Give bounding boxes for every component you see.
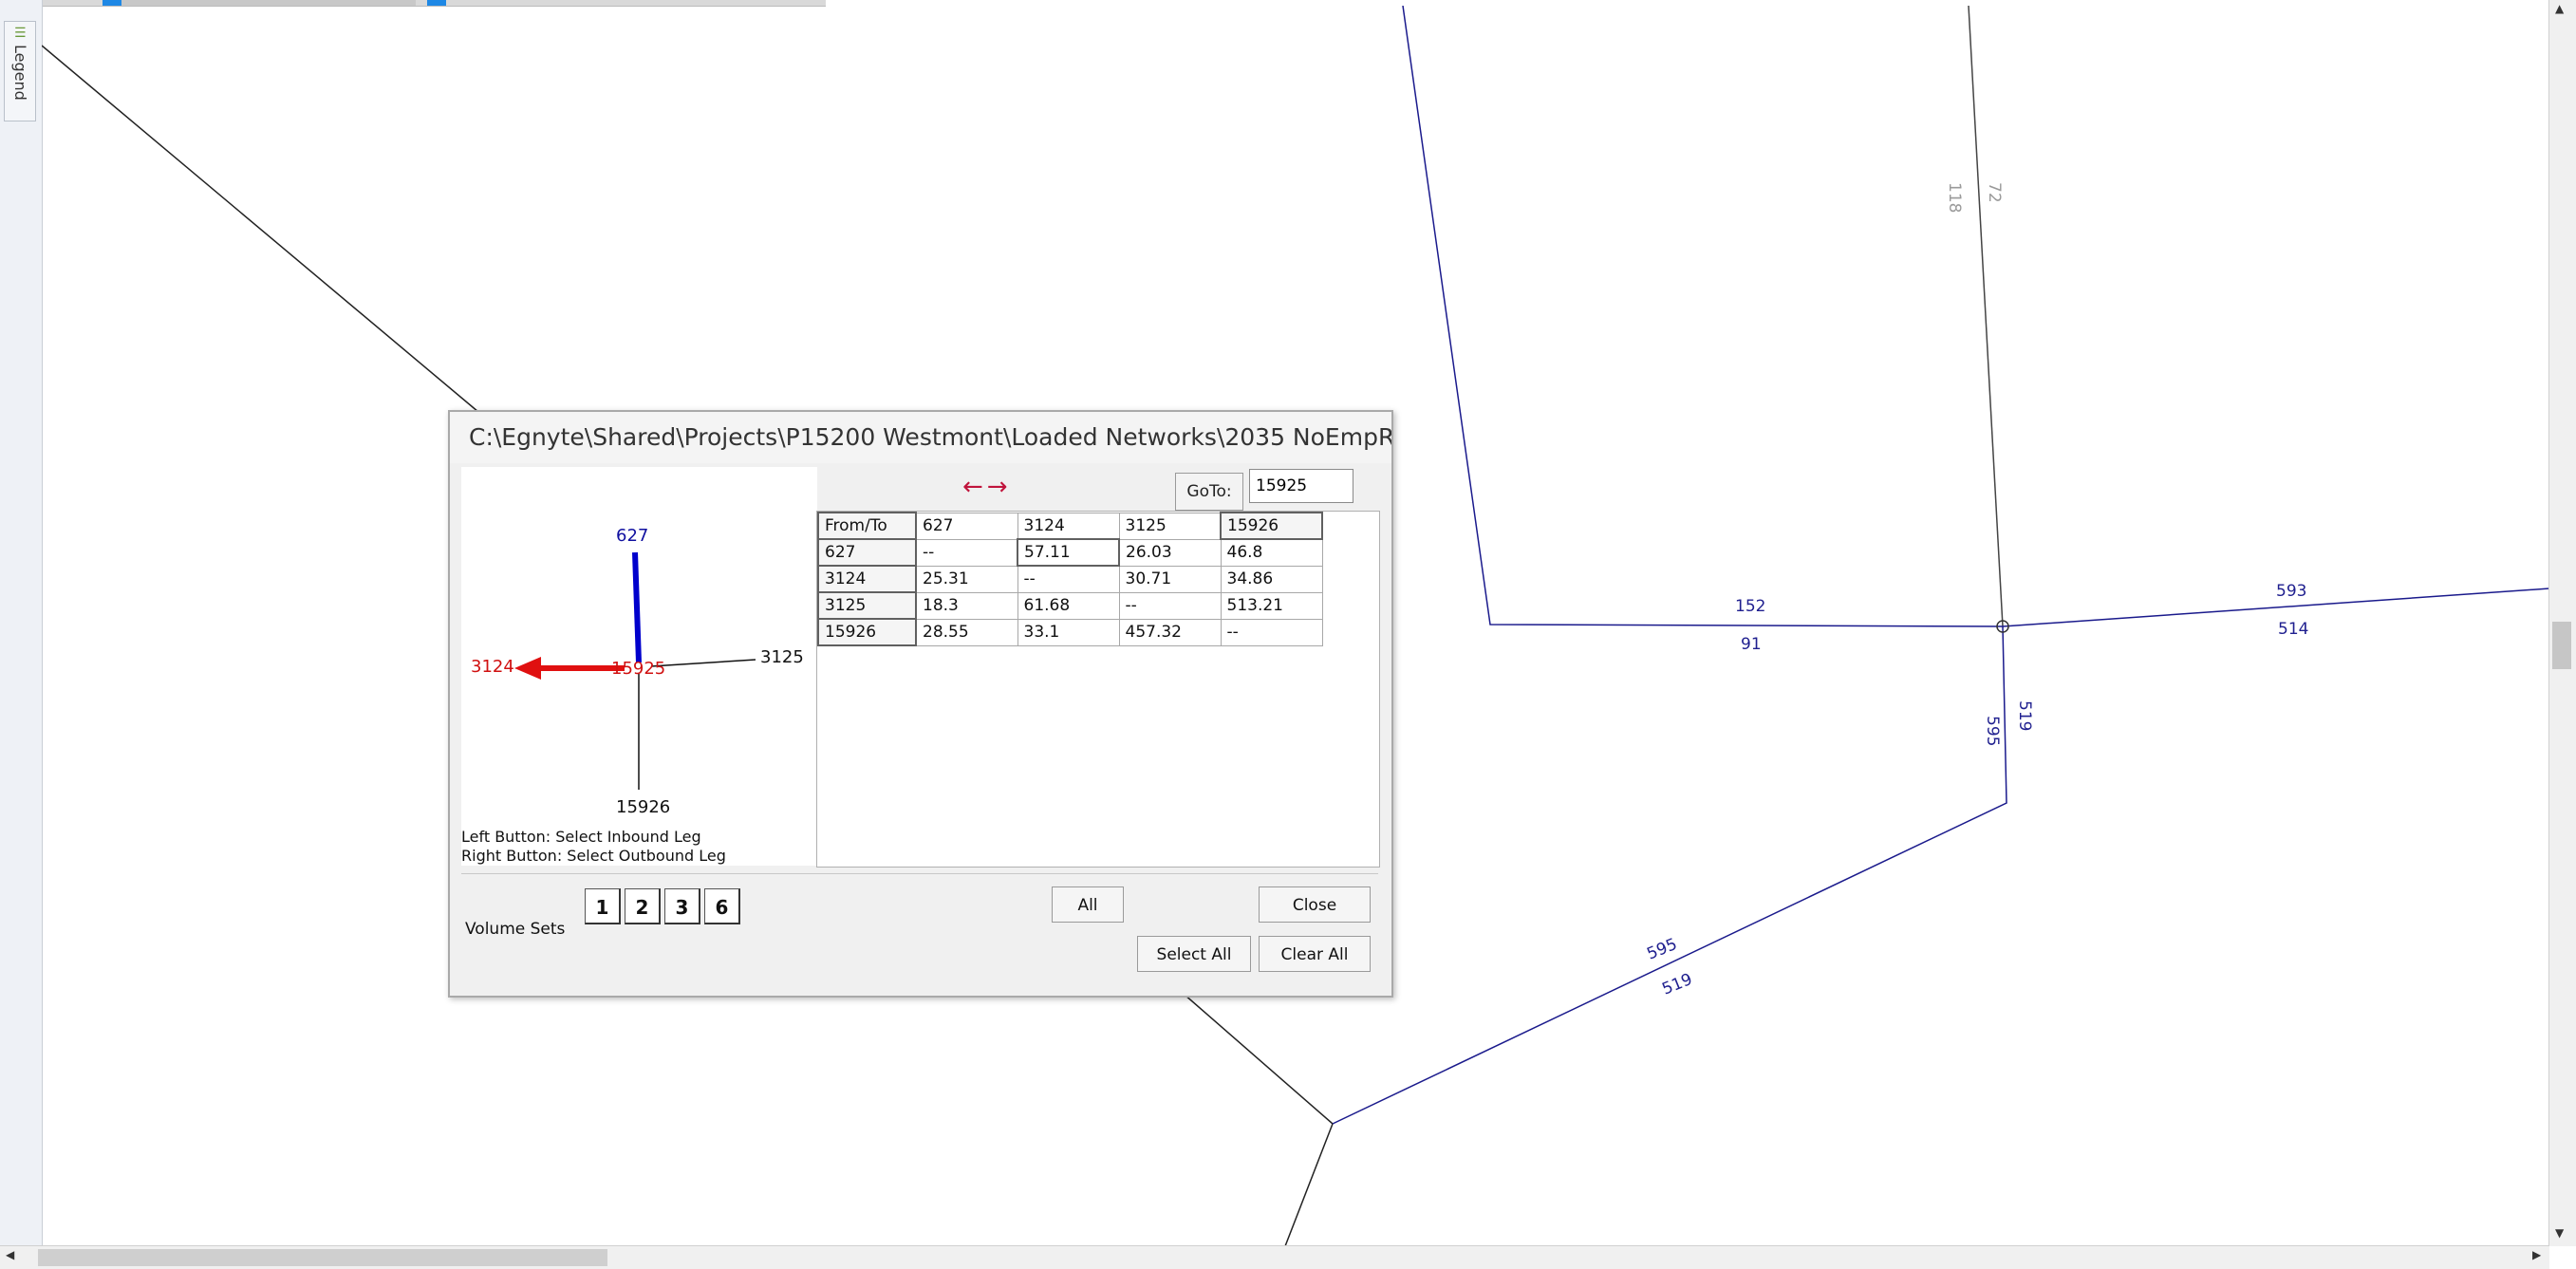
row-header-cell: 15926 bbox=[817, 618, 917, 646]
link[interactable] bbox=[1284, 1123, 1334, 1246]
link-label: 118 bbox=[1945, 182, 1964, 213]
intersection-diagram[interactable]: 627 3124 15925 3125 15926 Left Button: S… bbox=[461, 467, 817, 866]
node-label-center: 15925 bbox=[611, 659, 666, 679]
link-label: 595 bbox=[1983, 716, 2002, 746]
link-label: 72 bbox=[1985, 182, 2004, 203]
table-header-row: From/To 627 3124 3125 15926 bbox=[817, 512, 1323, 540]
table-header-cell: From/To bbox=[817, 512, 917, 540]
volume-set-button-6[interactable]: 6 bbox=[704, 888, 740, 924]
leg-label-south: 15926 bbox=[616, 797, 671, 817]
scroll-thumb[interactable] bbox=[38, 1249, 607, 1266]
instruction-left: Left Button: Select Inbound Leg bbox=[461, 828, 701, 846]
turning-movement-dialog[interactable]: C:\Egnyte\Shared\Projects\P15200 Westmon… bbox=[448, 410, 1393, 998]
link-label: 514 bbox=[2278, 620, 2308, 639]
od-table-pane[interactable]: From/To 627 3124 3125 15926 627 -- 57.11… bbox=[816, 511, 1380, 868]
row-header-cell: 3124 bbox=[817, 565, 917, 593]
dialog-title[interactable]: C:\Egnyte\Shared\Projects\P15200 Westmon… bbox=[450, 412, 1391, 463]
table-row[interactable]: 3125 18.3 61.68 -- 513.21 bbox=[817, 591, 1323, 620]
outbound-arrow-icon bbox=[514, 657, 541, 680]
link-label: 595 bbox=[1644, 935, 1680, 964]
scroll-up-icon[interactable]: ▲ bbox=[2555, 2, 2564, 15]
scroll-left-icon[interactable]: ◀ bbox=[6, 1248, 14, 1261]
table-cell[interactable]: 46.8 bbox=[1220, 538, 1323, 567]
vertical-scrollbar[interactable]: ▲ ▼ bbox=[2548, 0, 2576, 1246]
leg-label-east: 3125 bbox=[760, 647, 804, 667]
link[interactable] bbox=[42, 45, 479, 413]
link-label: 519 bbox=[2015, 700, 2034, 731]
row-header-cell: 627 bbox=[817, 538, 917, 567]
goto-button[interactable]: GoTo: bbox=[1175, 473, 1243, 511]
scroll-right-icon[interactable]: ▶ bbox=[2532, 1248, 2541, 1261]
instruction-right: Right Button: Select Outbound Leg bbox=[461, 847, 726, 865]
horizontal-scrollbar[interactable]: ◀ ▶ bbox=[0, 1245, 2549, 1269]
scroll-down-icon[interactable]: ▼ bbox=[2555, 1226, 2564, 1240]
leg-east[interactable] bbox=[650, 659, 756, 667]
link-label: 593 bbox=[2276, 582, 2306, 601]
row-header-cell: 3125 bbox=[817, 591, 917, 620]
leg-label-north: 627 bbox=[616, 526, 649, 546]
table-cell[interactable]: 26.03 bbox=[1118, 538, 1222, 567]
table-row[interactable]: 3124 25.31 -- 30.71 34.86 bbox=[817, 565, 1323, 593]
link-label: 91 bbox=[1741, 635, 1762, 654]
table-cell[interactable]: 33.1 bbox=[1017, 618, 1120, 646]
table-cell[interactable]: 18.3 bbox=[915, 591, 1018, 620]
table-cell[interactable]: 25.31 bbox=[915, 565, 1018, 593]
table-cell[interactable]: 457.32 bbox=[1118, 618, 1222, 646]
table-header-cell: 15926 bbox=[1220, 512, 1323, 540]
leg-north[interactable] bbox=[632, 551, 642, 663]
table-cell[interactable]: 57.11 bbox=[1017, 538, 1120, 567]
link-label: 152 bbox=[1735, 597, 1765, 616]
volume-set-button-1[interactable]: 1 bbox=[585, 888, 621, 924]
volume-set-button-3[interactable]: 3 bbox=[664, 888, 700, 924]
table-cell[interactable]: -- bbox=[1220, 618, 1323, 646]
divider bbox=[461, 873, 1378, 874]
table-cell[interactable]: -- bbox=[1118, 591, 1222, 620]
legend-icon: ☰ bbox=[14, 26, 27, 41]
link[interactable] bbox=[1402, 6, 2549, 627]
od-table: From/To 627 3124 3125 15926 627 -- 57.11… bbox=[817, 512, 1323, 646]
table-cell[interactable]: 34.86 bbox=[1220, 565, 1323, 593]
leg-label-west: 3124 bbox=[471, 657, 514, 677]
table-header-cell: 627 bbox=[915, 512, 1018, 540]
table-header-cell: 3124 bbox=[1017, 512, 1120, 540]
table-cell[interactable]: 30.71 bbox=[1118, 565, 1222, 593]
table-cell[interactable]: -- bbox=[1017, 565, 1120, 593]
clear-all-button[interactable]: Clear All bbox=[1259, 936, 1371, 972]
table-row[interactable]: 627 -- 57.11 26.03 46.8 bbox=[817, 538, 1323, 567]
side-panel: ☰ Legend bbox=[0, 0, 43, 1269]
table-cell[interactable]: 61.68 bbox=[1017, 591, 1120, 620]
table-cell[interactable]: 28.55 bbox=[915, 618, 1018, 646]
link[interactable] bbox=[1968, 6, 2004, 627]
link[interactable] bbox=[1332, 625, 2007, 1125]
table-row[interactable]: 15926 28.55 33.1 457.32 -- bbox=[817, 618, 1323, 646]
link-label: 519 bbox=[1659, 970, 1695, 999]
close-button[interactable]: Close bbox=[1259, 886, 1371, 923]
link[interactable] bbox=[1176, 987, 1334, 1125]
legend-label: Legend bbox=[11, 45, 29, 101]
goto-input[interactable] bbox=[1249, 469, 1353, 503]
leg-nav-arrows-icon[interactable]: ←→ bbox=[962, 473, 1012, 501]
volume-sets-label: Volume Sets bbox=[465, 920, 566, 939]
table-cell[interactable]: -- bbox=[915, 538, 1018, 567]
select-all-button[interactable]: Select All bbox=[1137, 936, 1251, 972]
volume-set-button-2[interactable]: 2 bbox=[625, 888, 661, 924]
legend-tab[interactable]: ☰ Legend bbox=[4, 21, 36, 121]
table-header-cell: 3125 bbox=[1118, 512, 1222, 540]
table-cell[interactable]: 513.21 bbox=[1220, 591, 1323, 620]
scroll-thumb[interactable] bbox=[2552, 622, 2571, 669]
all-button[interactable]: All bbox=[1052, 886, 1124, 923]
